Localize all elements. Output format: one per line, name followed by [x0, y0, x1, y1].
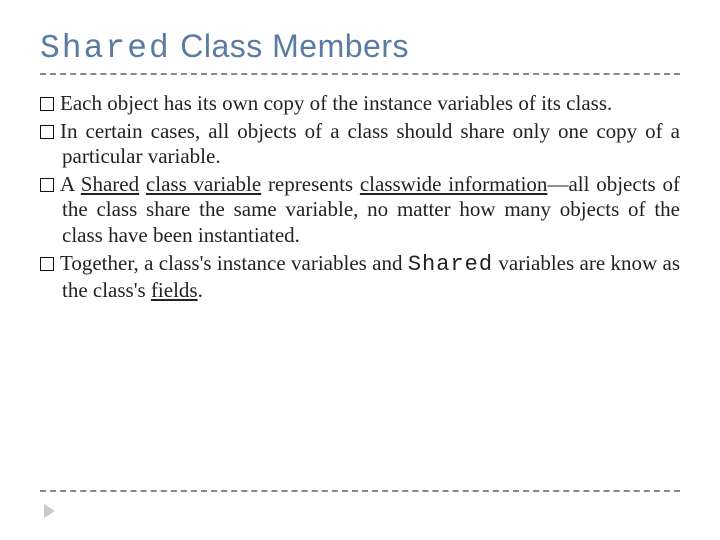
bullet-1-text: Each object has its own copy of the inst… — [60, 91, 612, 115]
b3-u1: Shared — [81, 172, 139, 196]
footer-divider — [40, 490, 680, 492]
title-rest: Class Members — [171, 28, 409, 64]
slide-title: Shared Class Members — [40, 28, 680, 67]
checkbox-icon — [40, 97, 54, 111]
b3-pre: A — [60, 172, 81, 196]
b4-u: fields — [151, 278, 198, 302]
checkbox-icon — [40, 257, 54, 271]
next-arrow-icon — [44, 504, 55, 518]
b4-code: Shared — [408, 252, 493, 277]
body-text: Each object has its own copy of the inst… — [40, 91, 680, 304]
title-divider — [40, 73, 680, 75]
bullet-2: In certain cases, all objects of a class… — [40, 119, 680, 170]
b4-pre: Together, a class's instance variables a… — [60, 251, 408, 275]
bullet-1: Each object has its own copy of the inst… — [40, 91, 680, 117]
b3-u3: classwide information — [360, 172, 548, 196]
bullet-2-text: In certain cases, all objects of a class… — [60, 119, 680, 169]
bullet-3: A Shared class variable represents class… — [40, 172, 680, 249]
title-code-word: Shared — [40, 30, 171, 67]
b4-post: . — [198, 278, 203, 302]
b3-u2: class variable — [146, 172, 261, 196]
checkbox-icon — [40, 125, 54, 139]
checkbox-icon — [40, 178, 54, 192]
bullet-4: Together, a class's instance variables a… — [40, 251, 680, 304]
b3-mid2: represents — [261, 172, 360, 196]
b3-mid1 — [139, 172, 146, 196]
slide: Shared Class Members Each object has its… — [0, 0, 720, 540]
